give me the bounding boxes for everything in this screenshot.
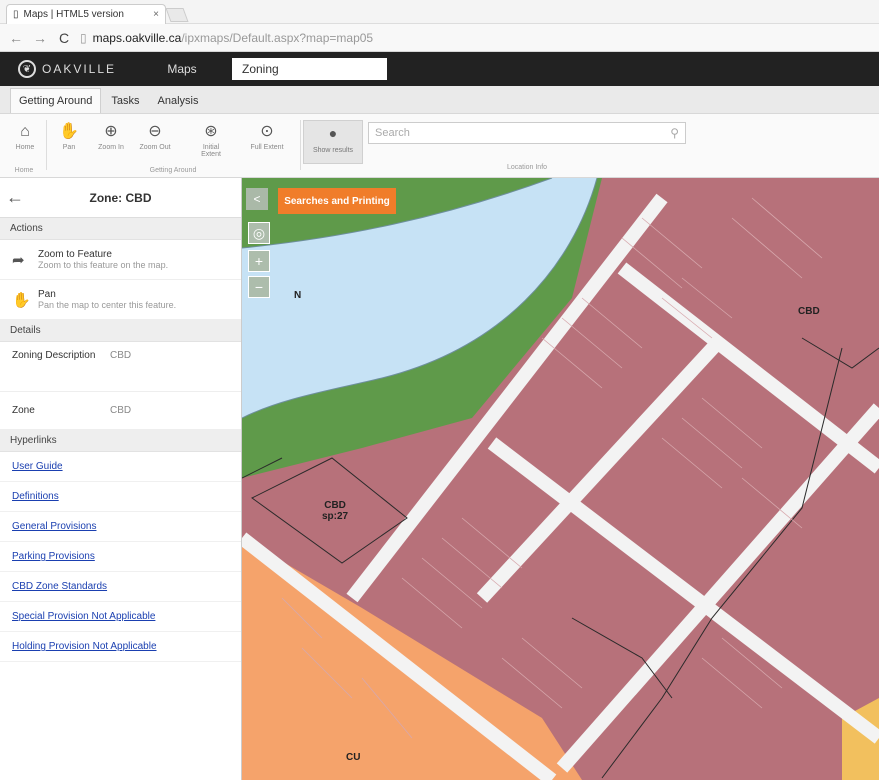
search-input[interactable]: Search ⚲ (368, 122, 686, 144)
tab-getting-around[interactable]: Getting Around (10, 88, 102, 113)
initial-extent-button[interactable]: ⊛ Initial Extent (192, 122, 230, 158)
panel-title: Zone: CBD (89, 190, 152, 205)
link-user-guide[interactable]: User Guide (0, 452, 241, 482)
close-tab-icon[interactable]: × (153, 9, 159, 20)
zoom-in-button[interactable]: ⊕ Zoom In (92, 122, 130, 151)
detail-row: Zone CBD (0, 392, 241, 430)
back-icon[interactable]: ← (8, 30, 24, 46)
pan-label: Pan (62, 144, 76, 151)
detail-key: Zoning Description (12, 350, 96, 361)
map-canvas[interactable]: < Searches and Printing ◎ + − N CBD CBD … (242, 178, 879, 780)
zoom-to-feature-action[interactable]: ➦ Zoom to Feature Zoom to this feature o… (0, 240, 241, 280)
browser-tab[interactable]: ▯ Maps | HTML5 version × (6, 4, 166, 24)
maps-menu[interactable]: Maps (140, 62, 224, 76)
location-pin-icon: ● (328, 125, 338, 141)
page-icon: ▯ (80, 30, 87, 45)
home-group: ⌂ Home Home (6, 118, 42, 176)
link-general-provisions[interactable]: General Provisions (0, 512, 241, 542)
hand-icon: ✋ (12, 291, 31, 309)
show-results-button[interactable]: ● Show results (303, 120, 363, 164)
results-label: Show results (312, 147, 354, 154)
group-label-getting-around: Getting Around (149, 167, 197, 174)
link-parking-provisions[interactable]: Parking Provisions (0, 542, 241, 572)
initial-extent-icon: ⊛ (204, 123, 218, 140)
zone-label-n: N (294, 290, 302, 301)
hand-icon: ✋ (59, 123, 79, 140)
zoom-in-icon: ⊕ (104, 123, 118, 140)
locate-icon[interactable]: ◎ (248, 222, 270, 244)
pan-action[interactable]: ✋ Pan Pan the map to center this feature… (0, 280, 241, 320)
searches-and-printing-button[interactable]: Searches and Printing (278, 188, 396, 214)
home-label: Home (15, 144, 35, 151)
home-icon: ⌂ (20, 123, 30, 140)
panel-header: ← Zone: CBD (0, 178, 241, 218)
detail-value: CBD (110, 405, 132, 416)
zone-label-cu: CU (346, 752, 361, 763)
zoom-out-label: Zoom Out (139, 144, 171, 151)
action-title: Pan (38, 289, 56, 300)
full-extent-button[interactable]: ⊙ Full Extent (248, 122, 286, 151)
link-holding-provision[interactable]: Holding Provision Not Applicable (0, 632, 241, 662)
detail-value: CBD (110, 350, 132, 361)
zone-label-text: CBD (324, 500, 346, 511)
back-arrow-icon[interactable]: ← (0, 187, 30, 208)
forward-icon[interactable]: → (32, 30, 48, 46)
full-extent-icon: ⊙ (260, 123, 274, 140)
full-extent-label: Full Extent (250, 144, 284, 151)
details-header: Details (0, 320, 241, 342)
new-tab-button[interactable] (165, 8, 189, 22)
zoom-in-label: Zoom In (98, 144, 124, 151)
tab-analysis[interactable]: Analysis (150, 89, 207, 113)
zone-label-cbd: CBD (798, 306, 820, 317)
home-button[interactable]: ⌂ Home (6, 122, 44, 151)
map-layer (242, 178, 879, 780)
link-special-provision[interactable]: Special Provision Not Applicable (0, 602, 241, 632)
feature-panel: ← Zone: CBD Actions ➦ Zoom to Feature Zo… (0, 178, 242, 780)
search-placeholder: Search (375, 127, 410, 139)
arrow-icon: ➦ (12, 251, 25, 269)
tab-tasks[interactable]: Tasks (103, 89, 147, 113)
detail-key: Zone (12, 405, 35, 416)
group-label-location: Location Info (506, 164, 548, 171)
reload-icon[interactable]: C (56, 30, 72, 46)
tab-title: Maps | HTML5 version (23, 9, 124, 20)
zoom-out-button[interactable]: ⊖ Zoom Out (136, 122, 174, 151)
action-title: Zoom to Feature (38, 249, 112, 260)
link-cbd-zone-standards[interactable]: CBD Zone Standards (0, 572, 241, 602)
zone-label-text: sp:27 (322, 511, 349, 522)
zone-label-cbd-sp: CBD sp:27 (322, 500, 348, 522)
map-name-field[interactable]: Zoning (232, 58, 387, 80)
ribbon-divider (300, 120, 301, 170)
app-header: ❦ OAKVILLE Maps Zoning (0, 52, 879, 86)
ribbon-tabs: Getting Around Tasks Analysis (0, 86, 879, 114)
actions-header: Actions (0, 218, 241, 240)
address-bar[interactable]: ▯ maps.oakville.ca/ipxmaps/Default.aspx?… (80, 31, 373, 45)
group-label-home: Home (14, 167, 34, 174)
getting-around-group: ✋ Pan ⊕ Zoom In ⊖ Zoom Out ⊛ Initial Ext… (48, 118, 298, 176)
detail-row: Zoning Description CBD (0, 342, 241, 392)
url-host: maps.oakville.ca (92, 30, 182, 45)
action-description: Pan the map to center this feature. (38, 300, 177, 310)
browser-tabstrip: ▯ Maps | HTML5 version × (0, 0, 879, 24)
oakville-logo[interactable]: ❦ OAKVILLE (0, 60, 140, 78)
collapse-panel-button[interactable]: < (246, 188, 268, 210)
zoom-out-icon[interactable]: − (248, 276, 270, 298)
page-icon: ▯ (13, 9, 19, 20)
zoom-out-icon: ⊖ (148, 123, 162, 140)
ribbon: ⌂ Home Home ✋ Pan ⊕ Zoom In ⊖ Zoom Out ⊛… (0, 114, 879, 178)
search-icon[interactable]: ⚲ (670, 126, 679, 140)
hyperlinks-header: Hyperlinks (0, 430, 241, 452)
logo-mark-icon: ❦ (18, 60, 36, 78)
zoom-in-icon[interactable]: + (248, 250, 270, 272)
pan-button[interactable]: ✋ Pan (50, 122, 88, 151)
initial-extent-label: Initial Extent (201, 144, 221, 158)
action-description: Zoom to this feature on the map. (38, 260, 169, 270)
browser-toolbar: ← → C ▯ maps.oakville.ca/ipxmaps/Default… (0, 24, 879, 52)
ribbon-divider (46, 120, 47, 170)
url-path: /ipxmaps/Default.aspx?map=map05 (181, 30, 374, 45)
link-definitions[interactable]: Definitions (0, 482, 241, 512)
logo-text: OAKVILLE (42, 62, 117, 76)
